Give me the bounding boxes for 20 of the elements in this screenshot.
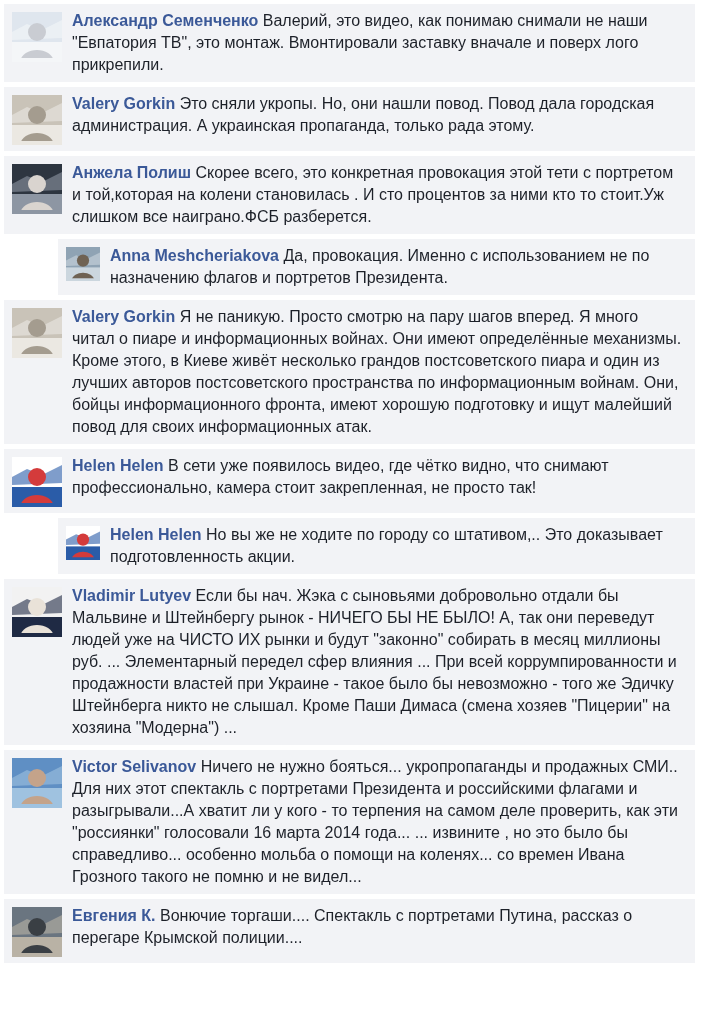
comment-text: Valery Gorkin Я не паникую. Просто смотрю на пару шагов вперед. Я много читал о пиаре и информационных войнах. Они имеют определённые механизмы. Кроме этого, в Киеве живёт несколько грандов постсоветского пиара и один из лучших авторов постсоветского пространства по информационным войнам. Они, бойцы информационного фронта, имеют хорошую подготовку и ищут малейший повод для своих информационных атак. <box>72 307 683 437</box>
author-link[interactable]: Valery Gorkin <box>72 95 176 112</box>
comment-text: Helen Helen Но вы же не ходите по городу со штативом,.. Это доказывает подготовленность акции. <box>110 525 664 567</box>
author-link[interactable]: Helen Helen <box>72 457 164 474</box>
author-link[interactable]: Александр Семенченко <box>72 12 259 29</box>
comment-text: Евгения К. Вонючие торгаши.... Спектакль с портретами Путина, рассказ о перегаре Крымской полиции.... <box>72 906 634 948</box>
comment-text: Victor Selivanov Ничего не нужно бояться... укропропаганды и продажных СМИ.. Для них этот спектакль с портретами Президента и российскими флагами и разыгрывали...А хватит ли у кого - то терпения на самом деле проверить, как эти "россиянки" голосовали 16 марта 2014 года... ... извините , но это было бы справедливо... особенно мольба о помощи на коленях... со времен Ивана Грозного такого не помню и не видел... <box>72 757 679 887</box>
author-link[interactable]: Victor Selivanov <box>72 758 197 775</box>
comment-text: Helen Helen В сети уже появилось видео, где чётко видно, что снимают профессионально, камера стоит закрепленная, не просто так! <box>72 456 610 498</box>
comment-text: Александр Семенченко Валерий, это видео, как понимаю снимали не наши "Евпатория ТВ", это монтаж. Вмонтировали заставку вначале и поверх лого прикрепили. <box>72 11 649 75</box>
comment-text: Vladimir Lutyev Если бы нач. Жэка с сыновьями добровольно отдали бы Мальвине и Штейнбергу рынок - НИЧЕГО БЫ НЕ БЫЛО! А, так они переведут людей уже на ЧИСТО ИХ рынки и будут "законно" собирать в месяц миллионы руб. ... Элементарный передел сфер влияния ... При всей коррумпированности и продажности властей при Украине - такое было бы невозможно - того же Эдичку Штейнберга никто не слышал. Кроме Паши Димаса (смена хозяев "Пицерии" на хозяина "Модерна") ... <box>72 586 678 738</box>
author-link[interactable]: Евгения К. <box>72 907 156 924</box>
author-link[interactable]: Anna Meshcheriakova <box>110 247 279 264</box>
author-link[interactable]: Vladimir Lutyev <box>72 587 192 604</box>
comment-text: Anna Meshcheriakova Да, провокация. Именно с использованием не по назначению флагов и портретов Президента. <box>110 246 651 288</box>
comment-text: Valery Gorkin Это сняли укропы. Но, они нашли повод. Повод дала городская администрация. А украинская пропаганда, только рада этому. <box>72 94 656 136</box>
author-link[interactable]: Valery Gorkin <box>72 308 176 325</box>
comment-text: Анжела Полиш Скорее всего, это конкретная провокация этой тети с портретом и той,которая на колени становилась . И сто процентов за ними кто то стоит.Уж слишком все наиграно.ФСБ разберется. <box>72 163 675 227</box>
author-link[interactable]: Анжела Полиш <box>72 164 191 181</box>
author-link[interactable]: Helen Helen <box>110 526 202 543</box>
